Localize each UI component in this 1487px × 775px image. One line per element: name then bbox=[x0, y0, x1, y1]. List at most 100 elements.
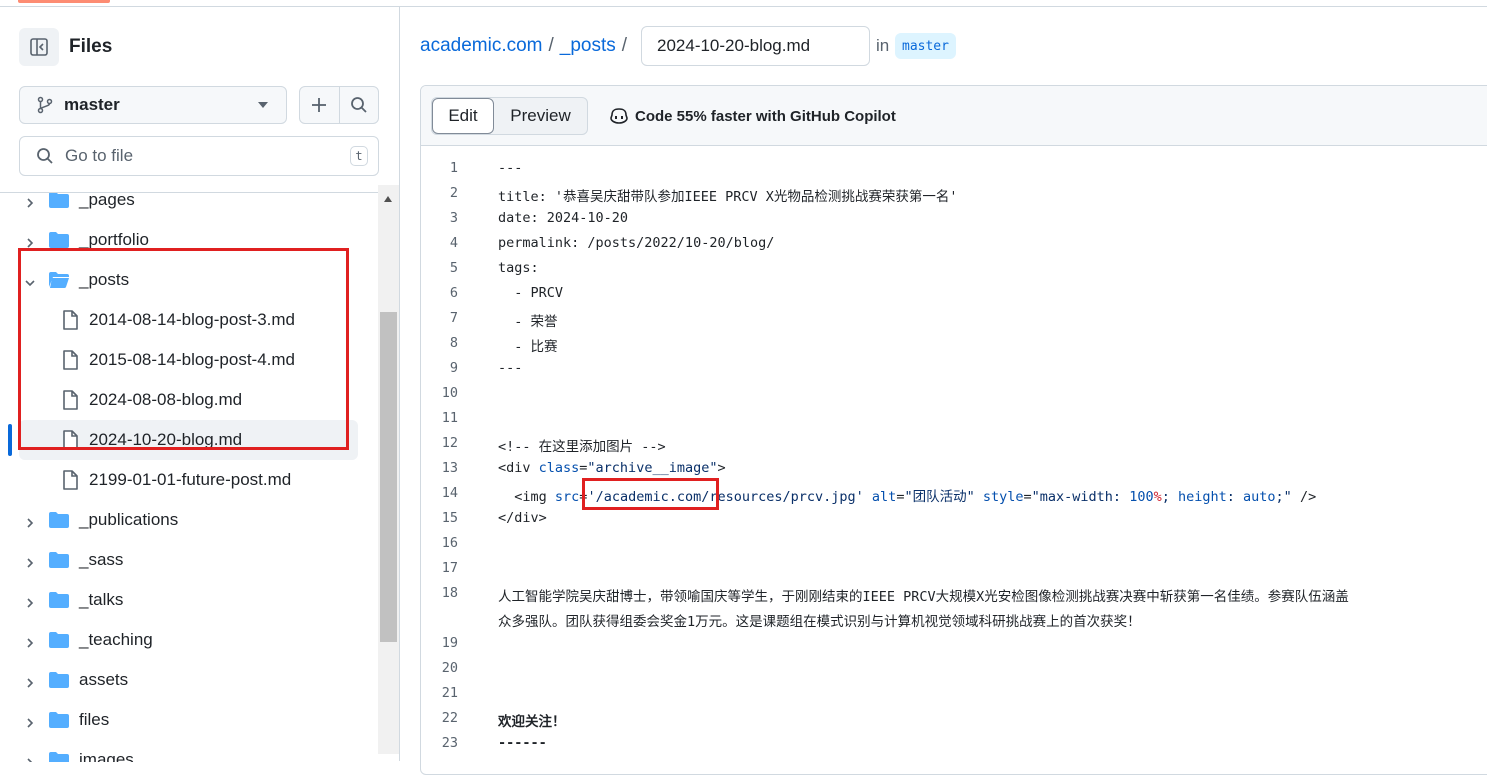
folder-icon bbox=[48, 551, 70, 569]
tree-folder[interactable]: _posts bbox=[0, 260, 358, 300]
add-file-button[interactable] bbox=[300, 87, 339, 123]
code-line[interactable]: permalink: /posts/2022/10-20/blog/ bbox=[498, 235, 774, 251]
filename-input[interactable]: 2024-10-20-blog.md bbox=[641, 26, 870, 66]
copilot-text: Code 55% faster with GitHub Copilot bbox=[635, 107, 896, 125]
folder-icon bbox=[48, 231, 70, 249]
chevron-right-icon[interactable] bbox=[24, 634, 36, 648]
sidebar-scrollbar[interactable] bbox=[378, 185, 399, 754]
line-number: 18 bbox=[441, 585, 458, 601]
folder-icon bbox=[48, 751, 70, 762]
editor-toolbar: Edit Preview Code 55% faster with GitHub… bbox=[421, 86, 1487, 146]
code-line[interactable]: ------ bbox=[498, 735, 547, 751]
branch-selector[interactable]: master bbox=[19, 86, 287, 124]
tree-item-label: _sass bbox=[79, 550, 124, 569]
breadcrumb-separator: / bbox=[548, 35, 554, 56]
line-number: 11 bbox=[441, 410, 458, 426]
line-number: 3 bbox=[449, 210, 458, 226]
tree-item-label: files bbox=[79, 710, 110, 729]
code-line[interactable]: --- bbox=[498, 160, 522, 176]
breadcrumb-folder-link[interactable]: _posts bbox=[560, 35, 616, 57]
go-to-file-input[interactable]: Go to file t bbox=[19, 136, 379, 176]
tab-edit[interactable]: Edit bbox=[432, 98, 494, 134]
code-line[interactable]: tags: bbox=[498, 260, 539, 276]
plus-icon bbox=[312, 98, 327, 112]
tab-preview[interactable]: Preview bbox=[494, 98, 587, 134]
tree-folder[interactable]: images bbox=[0, 740, 358, 762]
search-icon bbox=[350, 97, 367, 113]
tree-item-label: _talks bbox=[79, 590, 124, 609]
chevron-right-icon[interactable] bbox=[24, 674, 36, 688]
tree-folder[interactable]: _teaching bbox=[0, 620, 358, 660]
chevron-right-icon[interactable] bbox=[24, 514, 36, 528]
line-number: 7 bbox=[449, 310, 458, 326]
folder-icon bbox=[48, 511, 70, 529]
code-line[interactable]: date: 2024-10-20 bbox=[498, 210, 628, 226]
line-number: 2 bbox=[449, 185, 458, 201]
file-tree: _pages _portfolio _posts 2014-08-14-blog-po… bbox=[0, 192, 378, 762]
tree-item-label: _posts bbox=[79, 270, 130, 289]
file-icon bbox=[62, 470, 78, 490]
chevron-right-icon[interactable] bbox=[24, 714, 36, 728]
file-icon bbox=[62, 390, 78, 410]
tree-folder[interactable]: _portfolio bbox=[0, 220, 358, 260]
tree-file[interactable]: 2015-08-14-blog-post-4.md bbox=[0, 340, 358, 380]
tree-item-label: 2024-10-20-blog.md bbox=[89, 430, 243, 449]
line-number: 15 bbox=[441, 510, 458, 526]
tree-file[interactable]: 2024-08-08-blog.md bbox=[0, 380, 358, 420]
folder-icon bbox=[48, 193, 70, 209]
chevron-right-icon[interactable] bbox=[24, 194, 36, 208]
tree-folder[interactable]: _sass bbox=[0, 540, 358, 580]
code-line[interactable]: title: '恭喜吴庆甜带队参加IEEE PRCV X光物品检测挑战赛荣获第一… bbox=[498, 185, 958, 205]
code-line[interactable]: <div class="archive__image"> bbox=[498, 460, 726, 476]
line-number: 1 bbox=[449, 160, 458, 176]
collapse-sidebar-button[interactable] bbox=[19, 28, 59, 66]
folder-icon bbox=[48, 591, 70, 609]
code-line[interactable]: 欢迎关注！ bbox=[498, 710, 566, 730]
line-number: 23 bbox=[441, 735, 458, 751]
line-number: 13 bbox=[441, 460, 458, 476]
chevron-down-icon bbox=[258, 102, 268, 108]
line-number: 21 bbox=[441, 685, 458, 701]
tree-folder[interactable]: _pages bbox=[0, 193, 358, 220]
breadcrumb-separator: / bbox=[621, 35, 628, 56]
code-line[interactable]: <!-- 在这里添加图片 --> bbox=[498, 435, 666, 455]
copilot-promo[interactable]: Code 55% faster with GitHub Copilot bbox=[609, 105, 896, 127]
code-line[interactable]: - PRCV bbox=[498, 285, 563, 301]
scrollbar-thumb[interactable] bbox=[380, 312, 397, 642]
tree-folder[interactable]: files bbox=[0, 700, 358, 740]
chevron-right-icon[interactable] bbox=[24, 554, 36, 568]
line-number: 20 bbox=[441, 660, 458, 676]
code-line[interactable]: 人工智能学院吴庆甜博士，带领喻国庆等学生，于刚刚结束的IEEE PRCV大规模X… bbox=[498, 585, 1349, 605]
code-line[interactable]: --- bbox=[498, 360, 522, 376]
file-icon bbox=[62, 310, 78, 330]
tree-file[interactable]: 2024-10-20-blog.md bbox=[19, 420, 358, 460]
breadcrumb-repo-link[interactable]: academic.com bbox=[420, 35, 543, 57]
line-number: 8 bbox=[449, 335, 458, 351]
chevron-down-icon[interactable] bbox=[24, 274, 36, 287]
breadcrumb: academic.com / _posts / bbox=[420, 26, 633, 66]
line-number: 5 bbox=[449, 260, 458, 276]
search-button[interactable] bbox=[339, 87, 378, 123]
keyboard-shortcut: t bbox=[350, 146, 368, 166]
tree-folder[interactable]: _publications bbox=[0, 500, 358, 540]
code-line[interactable]: <img src='/academic.com/resources/prcv.j… bbox=[498, 485, 1316, 505]
tree-item-label: _teaching bbox=[79, 630, 153, 649]
selected-indicator bbox=[8, 424, 12, 456]
line-number: 17 bbox=[441, 560, 458, 576]
go-to-file-placeholder: Go to file bbox=[65, 146, 134, 165]
code-line[interactable]: 众多强队。团队获得组委会奖金1万元。这是课题组在模式识别与计算机视觉领域科研挑战… bbox=[498, 610, 1141, 630]
tree-file[interactable]: 2199-01-01-future-post.md bbox=[0, 460, 358, 500]
chevron-right-icon[interactable] bbox=[24, 234, 36, 248]
code-line[interactable]: - 荣誉 bbox=[498, 310, 557, 330]
file-icon bbox=[62, 350, 78, 370]
chevron-right-icon[interactable] bbox=[24, 594, 36, 608]
scroll-up-arrow-icon[interactable] bbox=[384, 196, 392, 202]
tree-folder[interactable]: assets bbox=[0, 660, 358, 700]
tree-file[interactable]: 2014-08-14-blog-post-3.md bbox=[0, 300, 358, 340]
code-line[interactable]: </div> bbox=[498, 510, 547, 526]
folder-icon bbox=[48, 711, 70, 729]
code-line[interactable]: - 比赛 bbox=[498, 335, 557, 355]
files-title: Files bbox=[69, 36, 113, 57]
tree-folder[interactable]: _talks bbox=[0, 580, 358, 620]
branch-badge[interactable]: master bbox=[895, 33, 956, 59]
